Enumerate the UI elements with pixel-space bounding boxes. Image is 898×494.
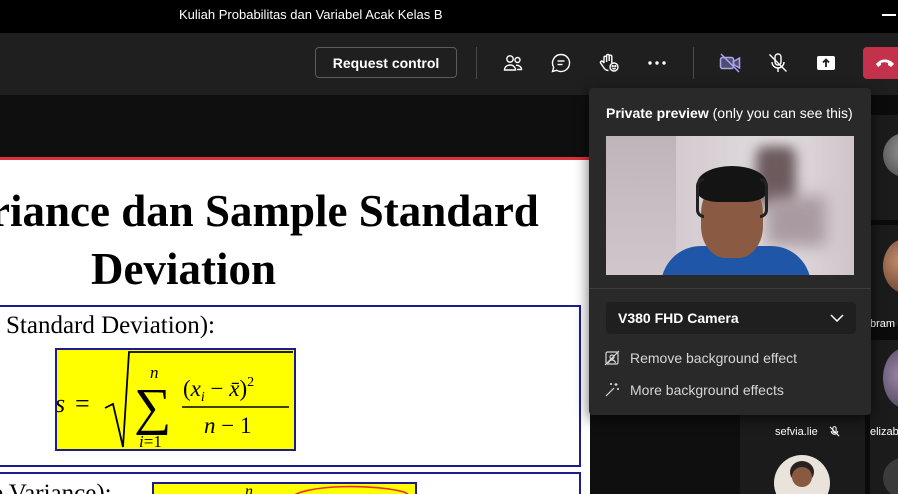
- window-title: Kuliah Probabilitas dan Variabel Acak Ke…: [179, 7, 443, 22]
- svg-text:(xi − x̄)2: (xi − x̄)2: [183, 375, 254, 405]
- minimize-button[interactable]: [882, 14, 896, 16]
- participant-tile[interactable]: muha: [870, 115, 898, 238]
- avatar: [883, 239, 898, 293]
- participant-tile[interactable]: elizab: [870, 340, 898, 450]
- camera-select[interactable]: V380 FHD Camera: [606, 302, 856, 334]
- svg-text:n: n: [150, 363, 159, 382]
- std-formula: s = ∑ n i=1 (xi − x̄)2 n − 1: [55, 348, 296, 451]
- more-icon[interactable]: [644, 50, 670, 76]
- avatar: [883, 458, 898, 494]
- more-background-effects-button[interactable]: More background effects: [603, 376, 858, 404]
- formula-label-std: Standard Deviation):: [6, 312, 215, 339]
- raise-hand-icon[interactable]: [596, 50, 622, 76]
- svg-text:∑: ∑: [134, 379, 171, 436]
- share-icon[interactable]: [813, 50, 839, 76]
- avatar: [883, 348, 898, 408]
- svg-text:n − 1: n − 1: [204, 413, 251, 438]
- camera-select-value: V380 FHD Camera: [618, 310, 739, 326]
- camera-preview: [606, 136, 854, 275]
- remove-background-label: Remove background effect: [630, 350, 798, 366]
- chevron-down-icon: [830, 314, 844, 322]
- slide-title-line2: Deviation: [91, 244, 276, 294]
- flyout-divider: [589, 288, 871, 289]
- title-bar: Kuliah Probabilitas dan Variabel Acak Ke…: [0, 0, 898, 33]
- people-icon[interactable]: [500, 50, 526, 76]
- std-formula-graphic: s = ∑ n i=1 (xi − x̄)2 n − 1: [55, 351, 293, 451]
- participant-tile[interactable]: [870, 450, 898, 494]
- svg-text:s: s: [57, 389, 65, 418]
- shared-slide: riance dan Sample Standard Deviation Sta…: [0, 157, 590, 494]
- toolbar-divider: [476, 47, 477, 79]
- avatar: [774, 455, 830, 494]
- svg-text:i=1: i=1: [139, 432, 162, 451]
- participant-name: bram: [870, 318, 896, 330]
- preview-title: Private preview (only you can see this): [606, 105, 853, 121]
- camera-preview-flyout: Private preview (only you can see this) …: [589, 88, 871, 415]
- svg-text:=: =: [75, 389, 90, 418]
- hangup-icon: [876, 59, 894, 67]
- hangup-button[interactable]: [863, 47, 898, 79]
- participant-name: sefvia.lie: [775, 426, 818, 438]
- mic-off-icon[interactable]: [765, 50, 791, 76]
- request-control-button[interactable]: Request control: [315, 47, 457, 78]
- participant-tile[interactable]: [740, 450, 865, 494]
- chat-icon[interactable]: [548, 50, 574, 76]
- background-remove-icon: [603, 349, 621, 367]
- magic-wand-icon: [603, 381, 621, 399]
- participant-name: elizab: [870, 426, 898, 438]
- avatar: [883, 133, 898, 177]
- remove-background-button[interactable]: Remove background effect: [603, 344, 858, 372]
- meeting-toolbar: Request control: [0, 33, 898, 95]
- slide-title-line1: riance dan Sample Standard: [0, 186, 539, 236]
- variance-formula: n 2: [152, 482, 417, 494]
- more-background-label: More background effects: [630, 382, 784, 398]
- svg-text:n: n: [245, 484, 253, 494]
- camera-icon[interactable]: [717, 50, 743, 76]
- variance-formula-graphic: n 2: [245, 483, 409, 494]
- mic-off-icon: [828, 425, 841, 443]
- toolbar-divider: [693, 47, 694, 79]
- formula-label-variance: e Variance):: [0, 480, 112, 494]
- participant-tile[interactable]: bram: [870, 225, 898, 330]
